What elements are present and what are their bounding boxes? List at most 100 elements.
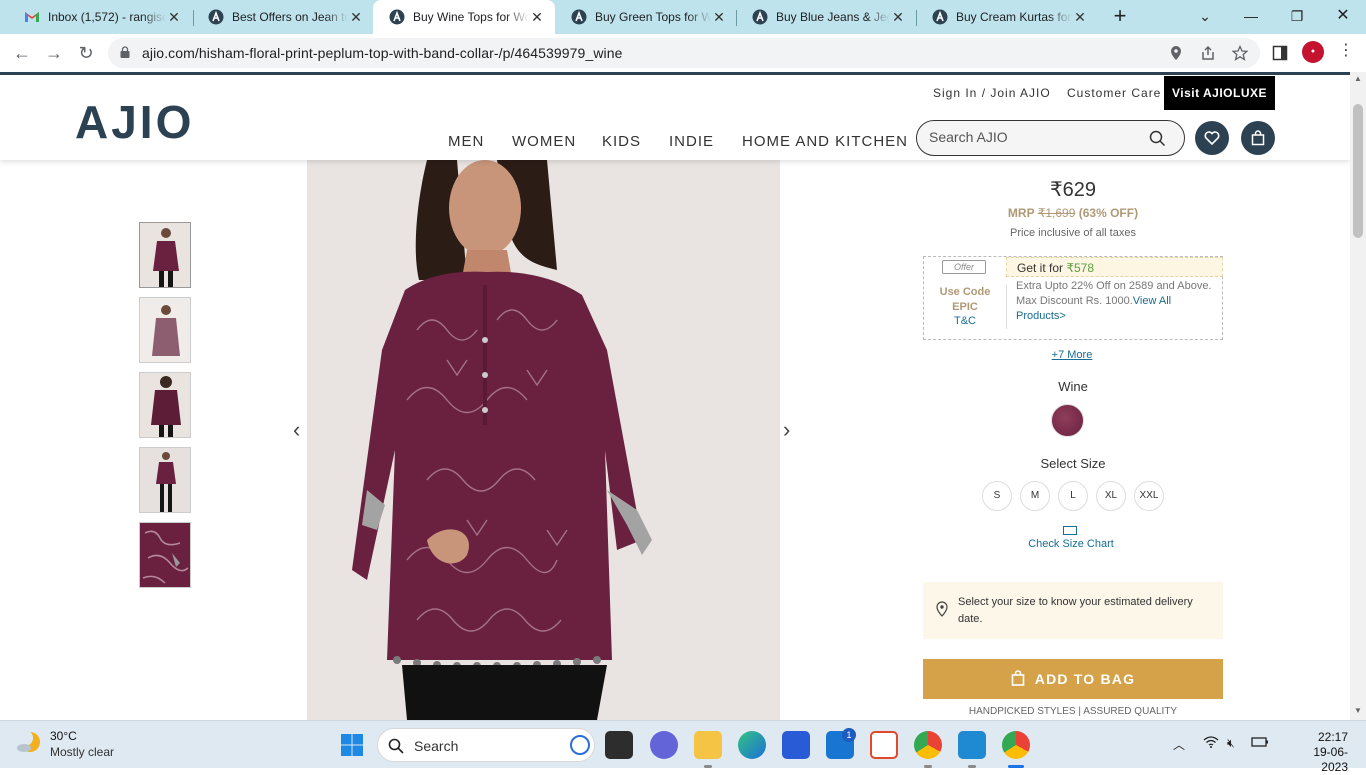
ajio-icon <box>932 9 948 25</box>
product-thumbnail-2[interactable] <box>139 297 191 363</box>
location-icon[interactable] <box>1168 45 1184 61</box>
wishlist-button[interactable] <box>1195 121 1229 155</box>
wifi-icon[interactable] <box>1203 736 1219 751</box>
size-option-xxl[interactable]: XXL <box>1134 481 1164 511</box>
system-clock[interactable]: 22:17 19-06-2023 <box>1296 730 1348 775</box>
search-input[interactable]: Search AJIO <box>916 120 1185 156</box>
reload-button[interactable]: ↻ <box>74 41 98 65</box>
get-it-for-banner: Get it for ₹578 <box>1006 257 1223 277</box>
nav-men[interactable]: MEN <box>448 133 484 150</box>
product-thumbnail-4[interactable] <box>139 447 191 513</box>
color-swatch-wine[interactable] <box>1051 404 1084 437</box>
site-header: AJIO Sign In / Join AJIO Customer Care V… <box>0 72 1350 160</box>
previous-image-arrow[interactable]: ‹ <box>293 417 300 443</box>
chat-icon[interactable] <box>650 731 678 759</box>
close-tab-icon[interactable]: ✕ <box>348 9 364 26</box>
size-option-m[interactable]: M <box>1020 481 1050 511</box>
chrome-profile-icon[interactable] <box>1002 731 1030 759</box>
tab-search-button[interactable]: ⌄ <box>1182 0 1228 34</box>
next-image-arrow[interactable]: › <box>783 417 790 443</box>
ajio-product-page: AJIO Sign In / Join AJIO Customer Care V… <box>0 72 1350 720</box>
taskbar-search-label: Search <box>414 738 459 754</box>
restore-button[interactable]: ❐ <box>1274 0 1320 34</box>
product-thumbnail-1[interactable] <box>139 222 191 288</box>
page-scrollbar[interactable]: ▲ ▼ <box>1350 72 1366 720</box>
sign-in-link[interactable]: Sign In / Join AJIO <box>933 86 1051 100</box>
vscode-icon[interactable] <box>958 731 986 759</box>
size-chart-link[interactable]: Check Size Chart <box>1021 538 1121 550</box>
search-icon[interactable] <box>1149 130 1166 147</box>
scroll-up-arrow[interactable]: ▲ <box>1354 74 1362 83</box>
mrp-line: MRP ₹1,699 (63% OFF) <box>923 206 1223 220</box>
close-tab-icon[interactable]: ✕ <box>890 9 906 26</box>
close-tab-icon[interactable]: ✕ <box>166 9 182 26</box>
add-to-bag-button[interactable]: ADD TO BAG <box>923 659 1223 699</box>
heart-icon <box>1204 131 1220 146</box>
scrollbar-thumb[interactable] <box>1353 104 1363 238</box>
windows-start-icon[interactable] <box>340 733 364 757</box>
profile-avatar[interactable]: ● <box>1302 41 1324 63</box>
search-placeholder: Search AJIO <box>929 129 1008 145</box>
tab-blue-jeans[interactable]: Buy Blue Jeans & Jegg ✕ <box>736 0 916 34</box>
share-icon[interactable] <box>1200 45 1216 61</box>
tab-best-offers-jean[interactable]: Best Offers on Jean to ✕ <box>192 0 374 34</box>
close-window-button[interactable]: ✕ <box>1320 0 1366 34</box>
customer-care-link[interactable]: Customer Care <box>1067 86 1161 100</box>
offer-description: Extra Upto 22% Off on 2589 and Above. Ma… <box>1016 279 1216 324</box>
browser-menu-icon[interactable]: ⋮ <box>1338 43 1354 59</box>
back-button[interactable]: ← <box>10 41 34 65</box>
nav-kids[interactable]: KIDS <box>602 133 641 150</box>
task-view-icon[interactable] <box>605 731 633 759</box>
nav-home-and-kitchen[interactable]: HOME AND KITCHEN <box>742 133 908 150</box>
microsoft-store-icon[interactable] <box>782 731 810 759</box>
close-tab-icon[interactable]: ✕ <box>529 9 545 26</box>
product-thumbnail-5[interactable] <box>139 522 191 588</box>
product-main-image[interactable] <box>307 160 780 720</box>
size-option-s[interactable]: S <box>982 481 1012 511</box>
cart-button[interactable] <box>1241 121 1275 155</box>
browser-tab-strip: Inbox (1,572) - rangise ✕ Best Offers on… <box>0 0 1366 34</box>
file-explorer-icon[interactable] <box>694 731 722 759</box>
coupon-code-value: EPIC <box>952 301 978 313</box>
side-panel-icon[interactable] <box>1272 45 1288 61</box>
bookmark-star-icon[interactable] <box>1232 45 1248 61</box>
scroll-down-arrow[interactable]: ▼ <box>1354 706 1362 715</box>
more-offers-link[interactable]: +7 More <box>1040 349 1104 361</box>
tab-gmail-inbox[interactable]: Inbox (1,572) - rangise ✕ <box>8 0 192 34</box>
bing-icon[interactable] <box>570 735 590 755</box>
nav-indie[interactable]: INDIE <box>669 133 714 150</box>
ruler-icon <box>1063 526 1077 535</box>
battery-icon[interactable] <box>1251 736 1269 751</box>
snipping-tool-icon[interactable] <box>870 731 898 759</box>
lock-icon <box>120 46 130 58</box>
tab-title: Buy Green Tops for W <box>595 10 711 24</box>
weather-description: Mostly clear <box>50 745 115 759</box>
ajio-logo[interactable]: AJIO <box>75 95 194 149</box>
taskbar-search[interactable]: Search <box>377 728 595 762</box>
chrome-icon[interactable] <box>914 731 942 759</box>
volume-muted-icon[interactable]: 🔇︎ <box>1227 736 1235 751</box>
tab-green-tops[interactable]: Buy Green Tops for W ✕ <box>555 0 737 34</box>
nav-women[interactable]: WOMEN <box>512 133 576 150</box>
add-to-bag-label: ADD TO BAG <box>1034 671 1136 687</box>
search-icon <box>388 738 404 754</box>
delivery-info: Select your size to know your estimated … <box>923 582 1223 639</box>
tab-cream-kurtas[interactable]: Buy Cream Kurtas for ✕ <box>916 0 1098 34</box>
size-option-l[interactable]: L <box>1058 481 1088 511</box>
terms-link[interactable]: T&C <box>924 315 1006 327</box>
offer-price: ₹578 <box>1066 261 1095 275</box>
size-option-xl[interactable]: XL <box>1096 481 1126 511</box>
minimize-button[interactable]: — <box>1228 0 1274 34</box>
forward-button[interactable]: → <box>42 41 66 65</box>
visit-ajioluxe-button[interactable]: Visit AJIOLUXE <box>1164 76 1275 110</box>
mrp-label: MRP <box>1007 206 1035 220</box>
omnibox[interactable]: ajio.com/hisham-floral-print-peplum-top-… <box>108 38 1260 68</box>
close-tab-icon[interactable]: ✕ <box>1072 9 1088 26</box>
product-thumbnail-3[interactable] <box>139 372 191 438</box>
tab-wine-tops[interactable]: Buy Wine Tops for Wo ✕ <box>373 0 555 34</box>
new-tab-button[interactable]: + <box>1108 4 1132 28</box>
edge-icon[interactable] <box>738 731 766 759</box>
weather-moon-icon[interactable] <box>16 729 42 755</box>
close-tab-icon[interactable]: ✕ <box>711 9 727 26</box>
show-hidden-icons[interactable]: ︿ <box>1173 736 1185 753</box>
